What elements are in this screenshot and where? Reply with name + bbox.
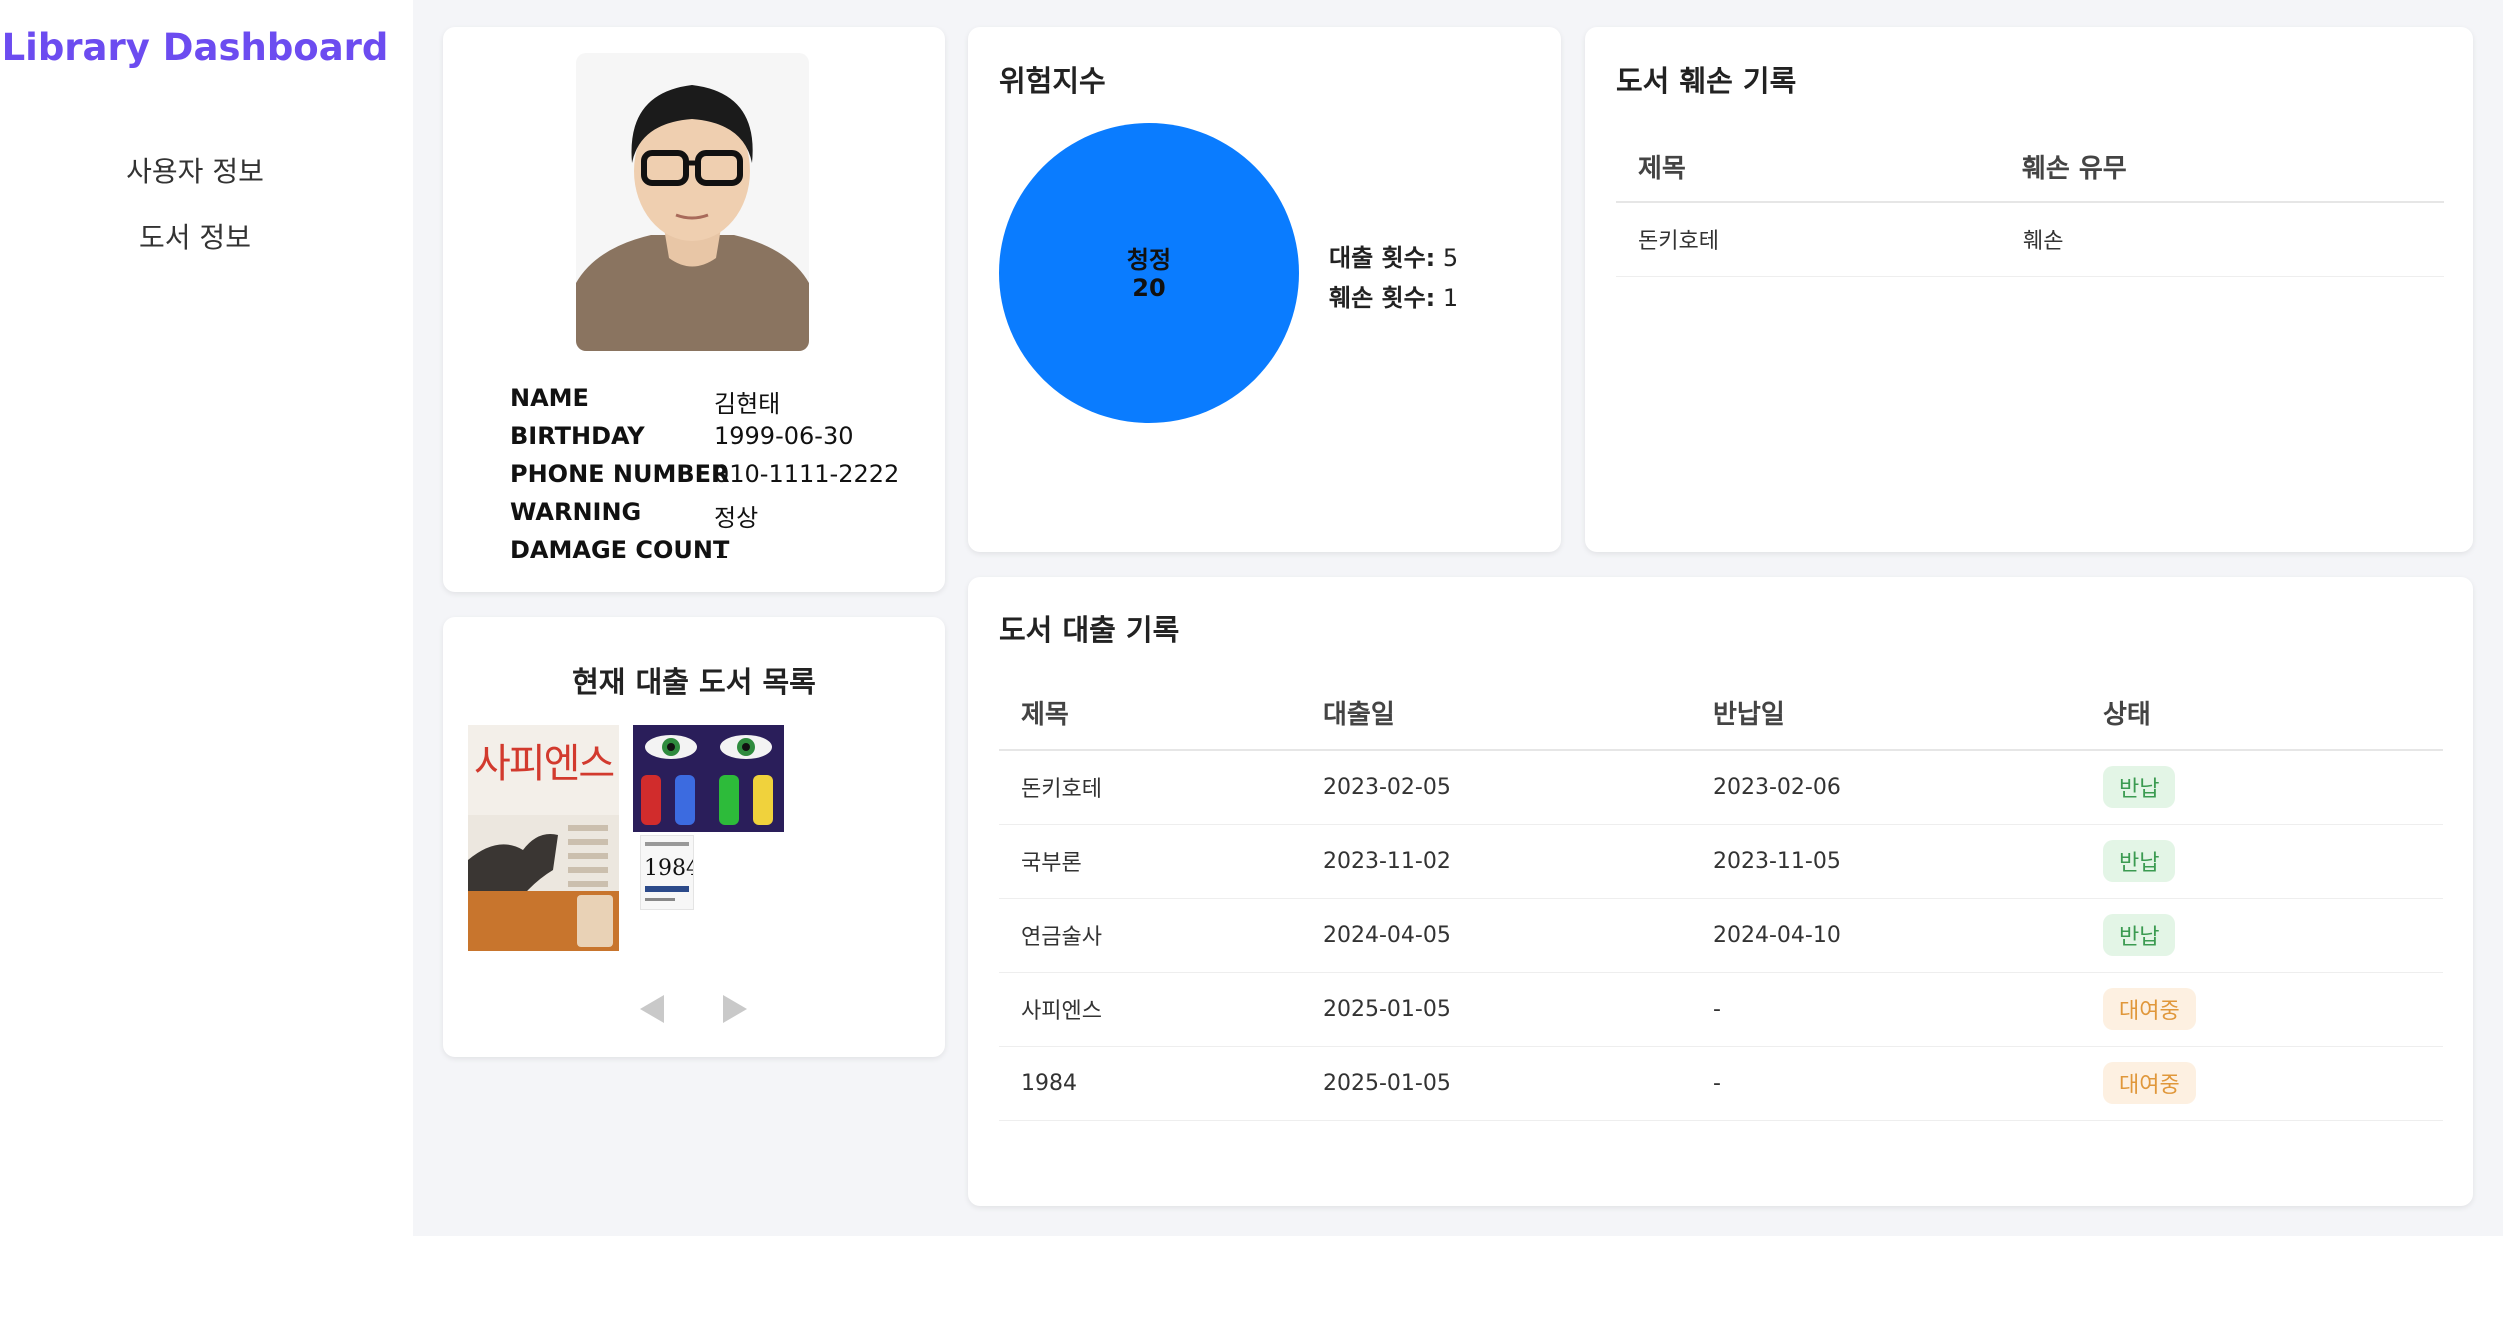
cell-title: 돈키호테 <box>1021 777 1102 803</box>
profile-label: NAME <box>510 384 589 412</box>
history-table: 제목 대출일 반납일 상태 돈키호테 2023-02-05 2023-02-06… <box>999 676 2443 1121</box>
cell-title: 연금술사 <box>1021 925 1102 950</box>
cell-return-date: 2023-11-05 <box>1713 848 1841 874</box>
column-header-damage: 훼손 유무 <box>2022 154 2127 184</box>
cell-title: 돈키호테 <box>1638 229 1719 255</box>
column-header-loan-date: 대출일 <box>1323 700 1395 730</box>
table-row[interactable]: 돈키호테 2023-02-05 2023-02-06 반납 <box>999 750 2443 824</box>
profile-label: DAMAGE COUNT <box>510 536 730 564</box>
stat-label: 훼손 횟수: <box>1329 284 1436 312</box>
profile-value: 010-1111-2222 <box>714 460 900 488</box>
sidebar-item-user-info[interactable]: 사용자 정보 <box>0 150 390 190</box>
status-badge: 대여중 <box>2103 1062 2196 1104</box>
status-badge: 반납 <box>2103 914 2176 956</box>
column-header-return-date: 반납일 <box>1713 700 1785 730</box>
cell-status: 대여중 <box>2102 972 2443 1046</box>
cell-status: 반납 <box>2102 750 2443 824</box>
book-cover-1984-art[interactable] <box>633 725 784 832</box>
profile-label: WARNING <box>510 498 642 526</box>
cell-return-date: 2024-04-10 <box>1713 922 1841 948</box>
cell-status: 대여중 <box>2102 1046 2443 1120</box>
cell-loan-date: 2023-02-05 <box>1323 774 1451 800</box>
risk-title: 위험지수 <box>999 64 1106 98</box>
profile-label: PHONE NUMBER <box>510 460 730 488</box>
damage-card <box>1585 27 2473 552</box>
column-header-title: 제목 <box>1021 700 1069 730</box>
profile-value: 정상 <box>714 504 759 532</box>
book-cover-sapiens[interactable]: 사피엔스 <box>468 725 619 951</box>
stat-label: 대출 횟수: <box>1329 244 1436 272</box>
cell-loan-date: 2024-04-05 <box>1323 922 1451 948</box>
table-row[interactable]: 국부론 2023-11-02 2023-11-05 반납 <box>999 824 2443 898</box>
table-header-row: 제목 훼손 유무 <box>1616 132 2444 202</box>
status-badge: 반납 <box>2103 766 2176 809</box>
damage-title: 도서 훼손 기록 <box>1616 64 1797 98</box>
damage-table: 제목 훼손 유무 돈키호테 훼손 <box>1616 132 2444 277</box>
status-badge: 반납 <box>2103 840 2176 882</box>
profile-value: 김현태 <box>714 390 781 418</box>
profile-photo <box>576 53 809 351</box>
carousel-next-arrow-icon[interactable] <box>723 995 747 1023</box>
cell-title: 국부론 <box>1021 851 1082 876</box>
cell-return-date: - <box>1713 996 1721 1022</box>
table-row[interactable]: 1984 2025-01-05 - 대여중 <box>999 1046 2443 1120</box>
cell-title: 사피엔스 <box>1021 999 1102 1024</box>
risk-circle-label: 청정 <box>1126 246 1172 274</box>
column-header-status: 상태 <box>2103 700 2151 730</box>
cell-return-date: - <box>1713 1070 1721 1096</box>
cell-loan-date: 2023-11-02 <box>1323 848 1451 874</box>
stat-value: 5 <box>1442 244 1459 272</box>
cell-return-date: 2023-02-06 <box>1713 774 1841 800</box>
app-title: Library Dashboard <box>1 26 389 69</box>
book-cover-band <box>468 891 619 951</box>
book-cover-title: 1984 <box>644 856 693 881</box>
profile-value: 1 <box>714 536 730 564</box>
cell-status: 반납 <box>2102 898 2443 972</box>
table-row[interactable]: 사피엔스 2025-01-05 - 대여중 <box>999 972 2443 1046</box>
stat-value: 1 <box>1442 284 1459 312</box>
stat-damage-count: 훼손 횟수: 1 <box>1329 278 1458 313</box>
table-row[interactable]: 돈키호테 훼손 <box>1616 202 2444 276</box>
cell-status: 반납 <box>2102 824 2443 898</box>
sidebar: Library Dashboard 사용자 정보 도서 정보 <box>0 0 413 1339</box>
stat-loan-count: 대출 횟수: 5 <box>1329 238 1458 273</box>
profile-label: BIRTHDAY <box>510 422 645 450</box>
carousel-prev-arrow-icon[interactable] <box>640 995 664 1023</box>
book-cover-title: 사피엔스 <box>474 741 615 787</box>
cell-loan-date: 2025-01-05 <box>1323 1070 1451 1096</box>
book-cover-1984[interactable]: 1984 <box>640 835 694 910</box>
table-header-row: 제목 대출일 반납일 상태 <box>999 676 2443 750</box>
column-header-title: 제목 <box>1638 154 1686 184</box>
profile-value: 1999-06-30 <box>714 422 854 450</box>
status-badge: 대여중 <box>2103 988 2196 1030</box>
cell-title: 1984 <box>1021 1070 1077 1096</box>
cell-loan-date: 2025-01-05 <box>1323 996 1451 1022</box>
cell-damage: 훼손 <box>2023 229 2064 255</box>
sidebar-item-book-info[interactable]: 도서 정보 <box>0 216 390 256</box>
table-row[interactable]: 연금술사 2024-04-05 2024-04-10 반납 <box>999 898 2443 972</box>
history-title: 도서 대출 기록 <box>999 613 1180 647</box>
risk-circle-value: 20 <box>1132 274 1166 302</box>
current-loans-title: 현재 대출 도서 목록 <box>572 665 816 699</box>
